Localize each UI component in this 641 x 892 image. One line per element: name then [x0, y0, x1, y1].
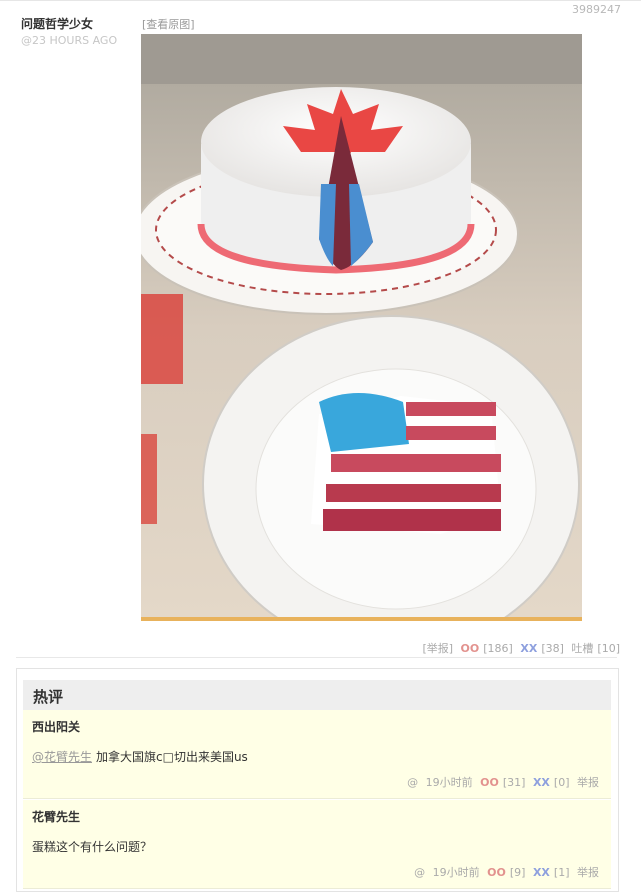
post-author[interactable]: 问题哲学少女 — [21, 15, 93, 32]
comment-author[interactable]: 花臂先生 — [32, 808, 80, 825]
hot-comments-header: 热评 — [23, 680, 611, 710]
comment-at-link[interactable]: @ — [414, 866, 425, 879]
post-actions: [举报] OO [186] XX [38] 吐槽 [10] — [418, 640, 620, 656]
section-divider — [16, 657, 617, 658]
comment-body: 加拿大国旗c□切出来美国us — [96, 750, 248, 764]
xx-count: [38] — [541, 642, 564, 655]
comment-oo-button[interactable]: OO — [480, 776, 499, 789]
comment-text: 蛋糕这个有什么问题？ — [32, 838, 152, 855]
comment-report-link[interactable]: 举报 — [577, 776, 599, 789]
comment-time: 19小时前 — [432, 866, 480, 879]
hot-comments-title: 热评 — [33, 688, 64, 706]
comment-at-link[interactable]: @ — [407, 776, 418, 789]
oo-count: [186] — [483, 642, 513, 655]
comment-body: 蛋糕这个有什么问题？ — [32, 840, 153, 854]
comment-xx-count: [0] — [553, 776, 570, 789]
comment-text: @花臂先生 加拿大国旗c□切出来美国us — [32, 748, 248, 765]
tucao-button[interactable]: 吐槽 — [571, 642, 593, 655]
comment-mention-link[interactable]: @花臂先生 — [32, 750, 92, 764]
post-image[interactable] — [141, 34, 582, 621]
top-divider — [0, 0, 641, 1]
report-link[interactable]: [举报] — [422, 642, 453, 655]
comment-xx-count: [1] — [553, 866, 570, 879]
comment-item: 西出阳关 @花臂先生 加拿大国旗c□切出来美国us @ 19小时前 OO [31] … — [23, 710, 611, 799]
comment-time: 19小时前 — [425, 776, 473, 789]
post-id: 3989247 — [572, 3, 621, 16]
comment-item: 花臂先生 蛋糕这个有什么问题？ @ 19小时前 OO [9] XX [1] 举报 — [23, 800, 611, 889]
post-time: @23 HOURS AGO — [21, 34, 118, 47]
view-original-link[interactable]: [查看原图] — [142, 16, 195, 32]
comment-xx-button[interactable]: XX — [533, 866, 550, 879]
comment-author[interactable]: 西出阳关 — [32, 718, 80, 735]
comment-oo-count: [9] — [509, 866, 526, 879]
oo-button[interactable]: OO — [461, 642, 480, 655]
xx-button[interactable]: XX — [520, 642, 537, 655]
cake-photo — [141, 34, 582, 621]
comment-oo-count: [31] — [502, 776, 526, 789]
comment-meta: @ 19小时前 OO [9] XX [1] 举报 — [410, 864, 599, 880]
tucao-count: [10] — [597, 642, 620, 655]
hot-comments-panel: 热评 西出阳关 @花臂先生 加拿大国旗c□切出来美国us @ 19小时前 OO [3… — [16, 668, 619, 892]
comment-meta: @ 19小时前 OO [31] XX [0] 举报 — [403, 774, 599, 790]
comment-oo-button[interactable]: OO — [487, 866, 506, 879]
comment-xx-button[interactable]: XX — [533, 776, 550, 789]
comment-report-link[interactable]: 举报 — [577, 866, 599, 879]
